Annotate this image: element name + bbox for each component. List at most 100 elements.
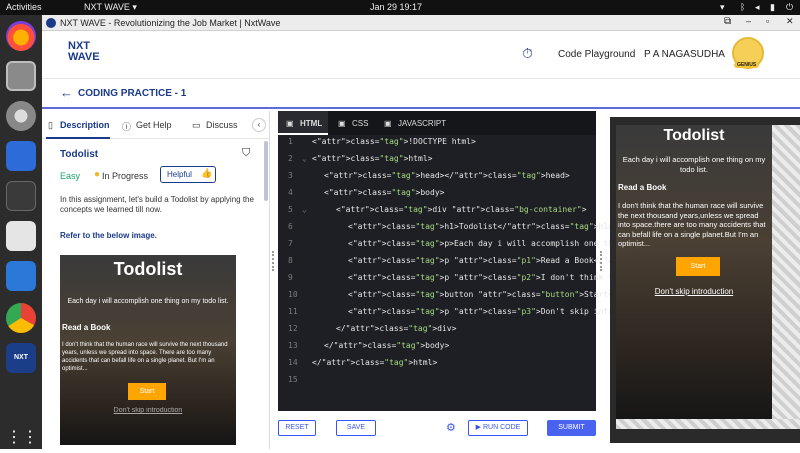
code-area[interactable]: 1 <"attr">class="tag">!DOCTYPE html> 2 ⌄ <"a… (278, 135, 762, 411)
stopwatch-icon[interactable]: ⏱ (522, 45, 533, 62)
username[interactable]: P A NAGASUDHA (644, 49, 725, 60)
helpful-button[interactable]: Helpful 👍 (160, 166, 216, 183)
battery-icon[interactable]: ▮ (770, 2, 775, 13)
app-menu[interactable]: NXT WAVE ▾ (84, 2, 137, 13)
preview-heading: Read a Book (618, 183, 667, 192)
help-icon: ⓘ (122, 122, 132, 132)
tab-description[interactable]: Description (60, 120, 110, 130)
ref-link: Don't skip introduction (113, 407, 183, 414)
code-line[interactable]: 5 ⌄ <"attr">class="tag">div "attr">class="… (278, 205, 596, 219)
code-line[interactable]: 10 <"attr">class="tag">button "attr">clas… (278, 290, 743, 304)
code-text: <"attr">class="tag">!DOCTYPE html> (312, 137, 476, 146)
nxtwave-app-icon[interactable]: NXT (6, 343, 36, 373)
code-text: </"attr">class="tag">html> (312, 358, 438, 367)
run-code-button[interactable]: ▶ RUN CODE (468, 420, 528, 436)
bookmark-icon[interactable]: ⛉ (242, 147, 250, 160)
nxtwave-logo[interactable]: NXT WAVE (68, 41, 100, 63)
ref-paragraph-2: I don't think that the human race will s… (62, 342, 228, 372)
code-text: <"attr">class="tag">div "attr">class="bg… (336, 205, 587, 214)
difficulty-badge: Easy (60, 171, 81, 181)
editor-actions: RESET SAVE ⚙ ▶ RUN CODE SUBMIT (278, 414, 596, 449)
line-number: 1 (288, 137, 293, 146)
line-number: 3 (288, 171, 293, 180)
code-line[interactable]: 7 <"attr">class="tag">p>Each day i will a… (278, 239, 690, 253)
terminal-icon[interactable] (6, 181, 36, 211)
line-number: 14 (288, 358, 298, 367)
activities-button[interactable]: Activities (6, 2, 42, 12)
preview-link[interactable]: Don't skip introduction (616, 287, 772, 296)
code-line[interactable]: 6 <"attr">class="tag">h1>Todolist</"attr"… (278, 222, 613, 236)
code-line[interactable]: 4 <"attr">class="tag">body> (278, 188, 596, 202)
collapse-panel-icon[interactable]: ‹ (252, 118, 266, 132)
bluetooth-icon[interactable]: ᛒ (740, 2, 745, 12)
code-line[interactable]: 2 ⌄ <"attr">class="tag">html> (278, 154, 596, 168)
fold-chevron-icon[interactable]: ⌄ (302, 154, 307, 163)
practice-subheader: ← CODING PRACTICE - 1 (42, 79, 800, 109)
preview-transparent-area-bottom (616, 419, 800, 429)
code-line[interactable]: 1 <"attr">class="tag">!DOCTYPE html> (278, 137, 596, 151)
line-number: 6 (288, 222, 293, 231)
ref-title: Todolist (113, 259, 183, 279)
line-number: 10 (288, 290, 298, 299)
reset-button[interactable]: RESET (278, 420, 316, 436)
document-viewer-icon[interactable] (6, 221, 36, 251)
back-arrow-icon[interactable]: ← (60, 85, 73, 100)
code-line[interactable]: 11 <"attr">class="tag">p "attr">class="p3… (278, 307, 762, 321)
line-number: 12 (288, 324, 298, 333)
submit-button[interactable]: SUBMIT (547, 420, 596, 436)
preview-start-button[interactable]: Start (676, 257, 720, 276)
run-code-label: RUN CODE (482, 424, 521, 431)
tab-javascript[interactable]: JAVASCRIPT (398, 119, 446, 128)
preview-paragraph-2: I don't think that the human race will s… (618, 201, 766, 248)
thumbs-up-icon: 👍 (201, 168, 213, 178)
settings-gear-icon[interactable]: ⚙ (446, 421, 456, 434)
site-header: NXT WAVE ⏱ Code Playground P A NAGASUDHA… (42, 31, 800, 79)
save-button[interactable]: SAVE (336, 420, 376, 436)
tab-discuss[interactable]: Discuss (206, 120, 238, 130)
line-number: 8 (288, 256, 293, 265)
code-line[interactable]: 13 </"attr">class="tag">body> (278, 341, 596, 355)
genius-badge: GENIUS (734, 62, 760, 68)
code-line[interactable]: 12 </"attr">class="tag">div> (278, 324, 596, 338)
problem-tabs: ▯ Description ⓘ Get Help ▭ Discuss ‹ (42, 111, 270, 139)
power-icon[interactable]: ⏻ (786, 2, 793, 13)
settings-gear-icon[interactable] (6, 101, 36, 131)
tab-html[interactable]: HTML (300, 119, 322, 128)
left-resize-handle[interactable] (272, 251, 276, 271)
wifi-icon[interactable]: ▾ (720, 2, 725, 13)
ubuntu-dock: NXT ⋮⋮⋮ (0, 15, 54, 449)
ref-start-button: Start (128, 383, 166, 400)
close-icon[interactable]: ✕ (786, 16, 794, 27)
code-line[interactable]: 15 (278, 375, 596, 389)
tab-overview-icon[interactable]: ⧉ (724, 16, 731, 27)
writer-icon[interactable] (6, 261, 36, 291)
minimize-icon[interactable]: – (746, 16, 751, 26)
preview-paragraph-1: Each day i will accomplish one thing on … (622, 155, 766, 174)
preview-page[interactable]: Todolist Each day i will accomplish one … (616, 125, 772, 419)
code-editor[interactable]: ▣ HTML ▣ CSS ▣ JAVASCRIPT 1 <"attr">class… (278, 111, 762, 411)
system-top-bar: Activities NXT WAVE ▾ Jan 29 19:17 ▾ ᛒ ◂… (0, 0, 800, 15)
discuss-icon: ▭ (192, 120, 201, 130)
code-text: <"attr">class="tag">body> (324, 188, 445, 197)
files-icon[interactable] (6, 61, 36, 91)
datetime[interactable]: Jan 29 19:17 (370, 2, 422, 12)
code-line[interactable]: 14 </"attr">class="tag">html> (278, 358, 596, 372)
firefox-icon[interactable] (6, 21, 36, 51)
output-preview: Todolist Each day i will accomplish one … (610, 117, 800, 443)
chrome-icon[interactable] (6, 303, 36, 333)
fold-chevron-icon[interactable]: ⌄ (302, 205, 307, 214)
code-line[interactable]: 8 <"attr">class="tag">p "attr">class="p1"… (278, 256, 705, 270)
text-editor-icon[interactable] (6, 141, 36, 171)
code-line[interactable]: 3 <"attr">class="tag">head></"attr">class… (278, 171, 596, 185)
maximize-icon[interactable]: ▫ (766, 16, 769, 26)
right-resize-handle[interactable] (600, 251, 604, 271)
app-favicon-icon (46, 18, 56, 28)
css-file-icon: ▣ (338, 119, 346, 128)
volume-icon[interactable]: ◂ (755, 2, 760, 13)
active-tab-indicator (46, 137, 110, 139)
tab-css[interactable]: CSS (352, 119, 368, 128)
code-line[interactable]: 9 <"attr">class="tag">p "attr">class="p2"… (278, 273, 724, 287)
code-playground-link[interactable]: Code Playground (558, 49, 635, 60)
tab-get-help[interactable]: Get Help (136, 120, 172, 130)
panel-scrollbar[interactable] (264, 141, 268, 201)
